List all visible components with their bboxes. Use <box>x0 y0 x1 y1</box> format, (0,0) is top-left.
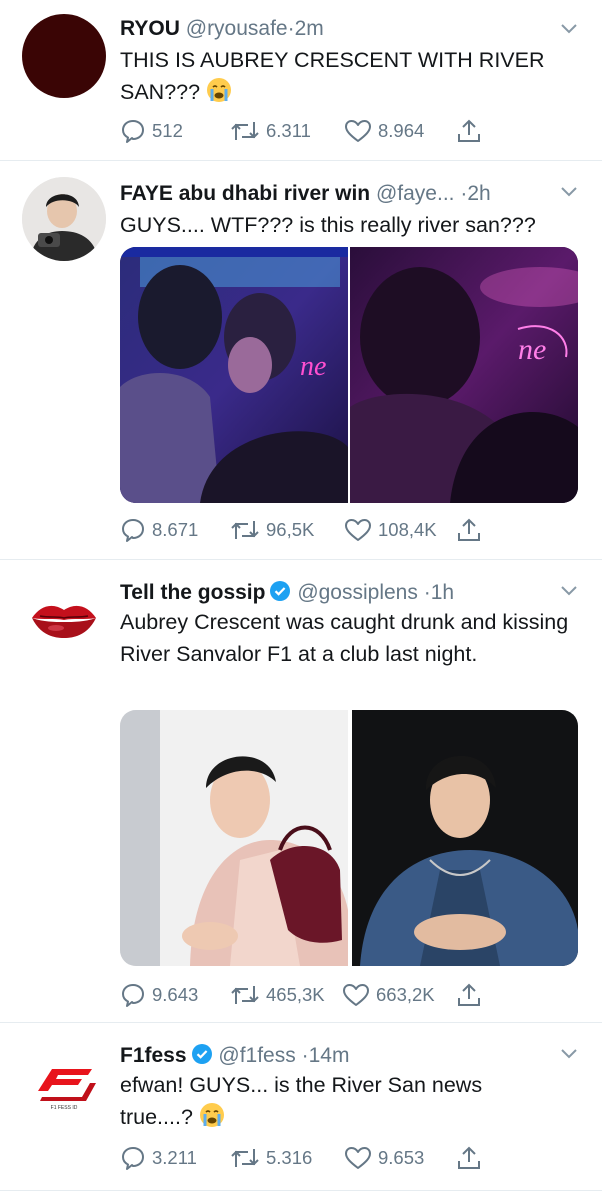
tweet-media[interactable] <box>120 710 578 966</box>
tweet-text: Aubrey Crescent was caught drunk and kis… <box>120 610 569 666</box>
like-count: 9.653 <box>378 1147 425 1168</box>
tweet-gossip[interactable]: Tell the gossip @gossiplens ·1h Aubrey C… <box>0 560 602 1022</box>
avatar[interactable] <box>22 14 106 98</box>
reply-icon <box>122 984 144 1007</box>
logo-caption: F1 FESS ID <box>51 1105 78 1111</box>
chevron-down-icon[interactable] <box>558 18 580 40</box>
share-icon <box>458 1146 480 1169</box>
author-name[interactable]: RYOU <box>120 17 180 40</box>
retweet-count: 6.311 <box>266 120 311 141</box>
like-button[interactable]: 9.653 <box>344 1143 424 1173</box>
like-button[interactable]: 8.964 <box>344 116 424 146</box>
timestamp[interactable]: 2m <box>295 17 324 40</box>
avatar[interactable]: F1 FESS ID <box>22 1039 106 1123</box>
media-club-photos: ne ne <box>120 247 578 503</box>
like-count: 108,4K <box>378 519 437 540</box>
heart-icon <box>345 519 371 541</box>
reply-count: 9.643 <box>152 984 199 1005</box>
reply-icon <box>122 1147 144 1170</box>
timestamp[interactable]: 2h <box>467 182 490 205</box>
share-button[interactable] <box>456 116 488 146</box>
retweet-icon <box>231 122 259 140</box>
heart-icon <box>343 984 369 1006</box>
share-button[interactable] <box>456 1143 488 1173</box>
retweet-icon <box>231 986 259 1004</box>
timestamp[interactable]: 1h <box>431 581 454 604</box>
share-icon <box>458 119 480 142</box>
neon-sign-left: ne <box>300 351 326 382</box>
avatar[interactable] <box>22 576 106 660</box>
author-handle[interactable]: @ryousafe <box>186 17 288 40</box>
retweet-button[interactable]: 6.311 <box>230 116 311 146</box>
f1fess-logo: F1 FESS ID <box>38 1069 96 1111</box>
like-count: 663,2K <box>376 984 435 1005</box>
retweet-icon <box>231 1149 259 1167</box>
retweet-button[interactable]: 96,5K <box>230 515 314 545</box>
avatar-photo <box>22 177 106 261</box>
like-button[interactable]: 108,4K <box>344 515 437 545</box>
media-portrait-photos <box>120 710 578 966</box>
author-name[interactable]: F1fess <box>120 1044 187 1067</box>
reply-button[interactable]: 512 <box>120 116 183 146</box>
reply-button[interactable]: 9.643 <box>120 980 198 1010</box>
avatar[interactable] <box>22 177 106 261</box>
reply-count: 3.211 <box>152 1147 197 1168</box>
timestamp[interactable]: 14m <box>309 1044 350 1067</box>
heart-icon <box>345 1147 371 1169</box>
chevron-down-icon[interactable] <box>558 580 580 602</box>
like-button[interactable]: 663,2K <box>342 980 435 1010</box>
reply-button[interactable]: 8.671 <box>120 515 198 545</box>
heart-icon <box>345 120 371 142</box>
author-name[interactable]: FAYE abu dhabi river win <box>120 182 370 205</box>
crying-face-emoji-icon <box>199 1103 224 1127</box>
reply-icon <box>122 519 144 542</box>
author-handle[interactable]: @faye... <box>376 182 455 205</box>
share-button[interactable] <box>456 515 488 545</box>
verified-badge-icon <box>270 581 291 601</box>
separator-dot: · <box>287 17 295 40</box>
separator-dot: · <box>301 1044 309 1067</box>
retweet-count: 5.316 <box>266 1147 313 1168</box>
share-button[interactable] <box>456 980 488 1010</box>
reply-icon <box>122 120 144 143</box>
author-handle[interactable]: @gossiplens <box>297 581 418 604</box>
tweet-divider <box>0 1190 602 1191</box>
share-icon <box>458 518 480 541</box>
crying-face-emoji-icon <box>207 78 232 102</box>
like-count: 8.964 <box>378 120 425 141</box>
tweet-media[interactable]: ne ne <box>120 247 578 503</box>
tweet-text: GUYS.... WTF??? is this really river san… <box>120 213 536 237</box>
retweet-button[interactable]: 5.316 <box>230 1143 312 1173</box>
tweet-f1fess[interactable]: F1 FESS ID F1fess @f1fess ·14m efwan! GU… <box>0 1023 602 1200</box>
chevron-down-icon[interactable] <box>558 181 580 203</box>
retweet-button[interactable]: 465,3K <box>230 980 325 1010</box>
reply-count: 8.671 <box>152 519 199 540</box>
retweet-count: 96,5K <box>266 519 315 540</box>
author-handle[interactable]: @f1fess <box>218 1044 295 1067</box>
retweet-count: 465,3K <box>266 984 325 1005</box>
neon-sign-right: ne <box>518 333 546 366</box>
tweet-text: efwan! GUYS... is the River San news tru… <box>120 1073 483 1129</box>
lips-logo <box>32 605 96 638</box>
tweet-text: THIS IS AUBREY CRESCENT WITH RIVER SAN??… <box>120 48 545 104</box>
tweet-faye[interactable]: FAYE abu dhabi river win @faye... ·2h GU… <box>0 161 602 559</box>
verified-badge-icon <box>191 1044 212 1064</box>
reply-count: 512 <box>152 120 183 141</box>
author-name[interactable]: Tell the gossip <box>120 581 265 604</box>
retweet-icon <box>231 521 259 539</box>
share-icon <box>458 983 480 1006</box>
reply-button[interactable]: 3.211 <box>120 1143 197 1173</box>
tweet-ryou[interactable]: RYOU @ryousafe·2m THIS IS AUBREY CRESCEN… <box>0 0 602 160</box>
separator-dot: · <box>423 581 431 604</box>
chevron-down-icon[interactable] <box>558 1043 580 1065</box>
